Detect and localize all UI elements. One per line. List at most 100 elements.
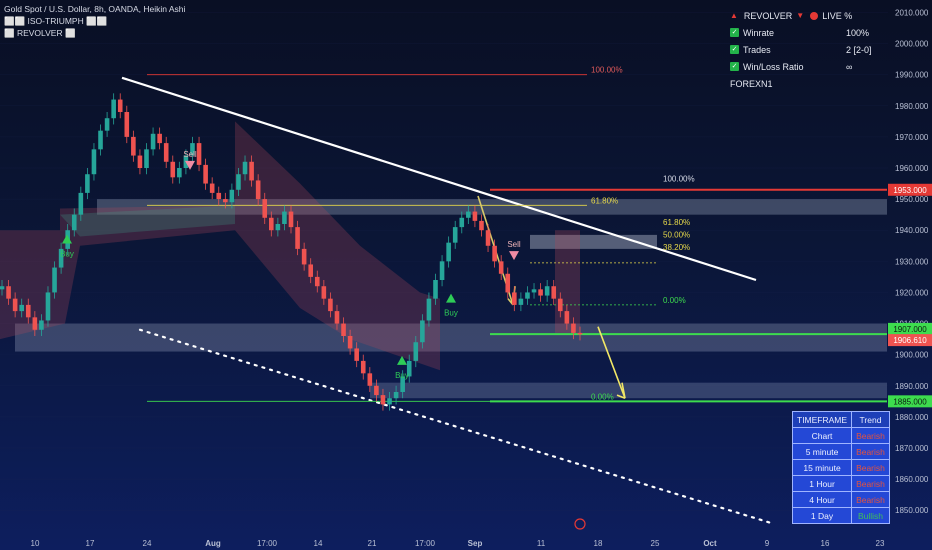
stats-row-trades: ✓ Trades 2 [2-0]: [730, 41, 880, 58]
candle-body: [6, 286, 11, 299]
tf-cell: 1 Hour: [791, 475, 853, 492]
candle-body: [321, 286, 327, 299]
candle-body: [282, 211, 287, 224]
y-tick-label: 1880.000: [895, 413, 929, 422]
candle-body: [472, 211, 478, 221]
fib-label: 61.80%: [663, 218, 690, 227]
winrate-value: 100%: [846, 27, 870, 38]
candle-body: [433, 280, 438, 299]
candle-body: [479, 220, 484, 231]
ratio-value: ∞: [846, 61, 853, 72]
x-tick-label: Oct: [703, 539, 717, 548]
y-tick-label: 1900.000: [895, 351, 929, 360]
indicator-revolver[interactable]: ⬜ REVOLVER ⬜: [4, 28, 76, 39]
support-zone: [15, 323, 887, 352]
fib-label: 0.00%: [591, 392, 614, 401]
candle-body: [544, 286, 550, 296]
candle-body: [157, 133, 162, 144]
x-tick-label: 23: [876, 539, 885, 548]
candle-body: [505, 273, 511, 293]
candle-body: [78, 192, 84, 215]
candle-body: [111, 99, 116, 119]
candle-body: [91, 149, 97, 175]
y-tick-label: 1950.000: [895, 195, 929, 204]
candle-body: [314, 276, 320, 287]
timeframe-trend-table: TIMEFRAME Trend Chart Bearish 5 minute Bea…: [791, 411, 890, 524]
candle-body: [459, 217, 465, 228]
stats-header: ▲ REVOLVER ▼ LIVE %: [730, 7, 880, 24]
table-row: 1 Hour Bearish: [791, 475, 890, 492]
trend-cell: Bearish: [851, 475, 890, 492]
candle-body: [52, 267, 57, 293]
candle-body: [446, 242, 451, 262]
tf-cell: 5 minute: [791, 443, 853, 460]
x-tick-label: 25: [651, 539, 660, 548]
candle-body: [229, 189, 235, 203]
stats-row-winrate: ✓ Winrate 100%: [730, 24, 880, 41]
candle-body: [387, 398, 392, 405]
stats-row-ratio: ✓ Win/Loss Ratio ∞: [730, 58, 880, 75]
checkmark-icon: ✓: [730, 45, 739, 54]
table-row: 15 minute Bearish: [791, 459, 890, 476]
live-dot-icon: [810, 11, 819, 20]
candle-body: [223, 199, 228, 203]
candle-body: [301, 248, 307, 265]
candle-body: [374, 385, 379, 396]
candle-body: [117, 99, 123, 112]
fib-label: 0.00%: [663, 296, 686, 305]
candle-body: [275, 224, 281, 231]
candle-body: [452, 227, 458, 243]
candle-body: [163, 143, 169, 162]
y-tick-label: 1850.000: [895, 506, 929, 515]
buy-label: Buy: [395, 371, 409, 380]
tf-cell: 1 Day: [791, 507, 853, 524]
y-tick-label: 1960.000: [895, 164, 929, 173]
candle-body: [485, 230, 491, 246]
candle-body: [32, 317, 38, 330]
x-tick-label: 10: [31, 539, 40, 548]
chart-title: Gold Spot / U.S. Dollar, 8h, OANDA, Heik…: [4, 4, 186, 14]
checkmark-icon: ✓: [730, 62, 739, 71]
candle-body: [137, 155, 143, 168]
stats-panel: ▲ REVOLVER ▼ LIVE % ✓ Winrate 100% ✓ Trade…: [730, 7, 880, 92]
x-tick-label: Aug: [205, 539, 221, 548]
candle-body: [131, 136, 136, 156]
table-row: 4 Hour Bearish: [791, 491, 890, 508]
trend-cell: Bearish: [851, 491, 890, 508]
triangle-up-icon: ▲: [730, 11, 738, 20]
y-tick-label: 1990.000: [895, 71, 929, 80]
candle-body: [564, 311, 570, 324]
buy-label: Buy: [444, 309, 458, 318]
candle-body: [170, 161, 176, 178]
tf-cell: 15 minute: [791, 459, 853, 476]
candle-body: [492, 245, 497, 262]
candle-body: [498, 261, 504, 274]
candle-body: [124, 112, 130, 137]
x-tick-label: 18: [594, 539, 603, 548]
triangle-down-icon: ▼: [796, 11, 805, 20]
candle-body: [426, 298, 432, 321]
candle-body: [538, 289, 543, 296]
fib-label: 100.00%: [591, 66, 623, 75]
x-tick-label: 24: [143, 539, 152, 548]
candle-body: [25, 304, 31, 318]
price-axis: 1850.000 1860.000 1870.000 1880.000 1890.000…: [895, 8, 929, 515]
candle-body: [347, 336, 353, 349]
candle-body: [71, 214, 77, 231]
indicator-iso-triumph[interactable]: ⬜⬜ ISO-TRIUMPH ⬜⬜: [4, 16, 107, 27]
candle-body: [439, 261, 445, 280]
price-tag-label: 1907.000: [893, 325, 927, 334]
candle-body: [341, 323, 346, 336]
x-tick-label: 17:00: [415, 539, 436, 548]
winrate-label: Winrate: [743, 27, 775, 38]
y-tick-label: 1930.000: [895, 257, 929, 266]
candle-body: [512, 292, 517, 305]
x-tick-label: 9: [765, 539, 770, 548]
table-header-timeframe: TIMEFRAME: [791, 411, 853, 428]
checkmark-icon: ✓: [730, 28, 739, 37]
candle-body: [577, 332, 583, 335]
candle-body: [393, 392, 399, 399]
y-tick-label: 1860.000: [895, 475, 929, 484]
x-tick-label: 21: [368, 539, 377, 548]
fib-label: 38.20%: [663, 243, 690, 252]
